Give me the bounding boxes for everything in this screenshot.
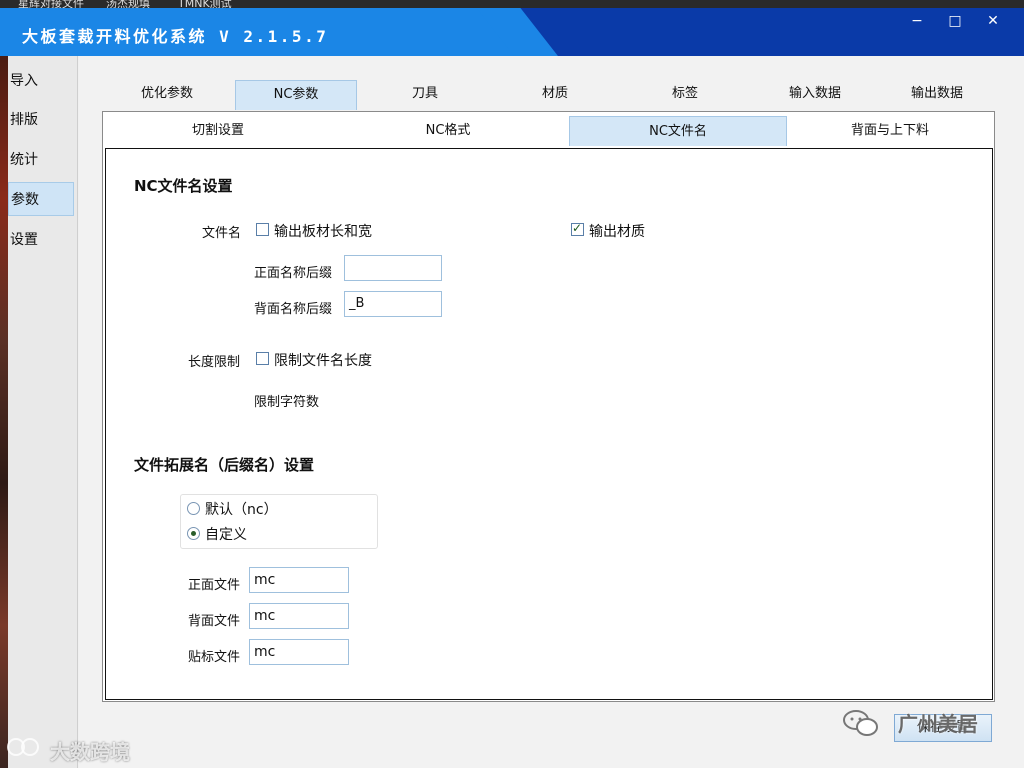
subtab-nc-filename[interactable]: NC文件名 xyxy=(569,116,787,146)
custom-radio[interactable] xyxy=(187,527,200,540)
tab-input-data[interactable]: 输入数据 xyxy=(755,80,875,110)
length-limit-label: 长度限制 xyxy=(188,355,241,370)
maximize-button[interactable]: □ xyxy=(936,8,974,34)
back-suffix-input[interactable]: _B xyxy=(344,291,442,317)
front-file-label: 正面文件 xyxy=(188,578,241,593)
sidebar-item-layout[interactable]: 排版 xyxy=(8,103,74,137)
tab-optimize-params[interactable]: 优化参数 xyxy=(107,80,227,110)
limit-length-checkbox[interactable] xyxy=(256,352,269,365)
section-title-extension: 文件拓展名（后缀名）设置 xyxy=(134,456,315,474)
custom-label: 自定义 xyxy=(205,527,247,543)
default-nc-radio[interactable] xyxy=(187,502,200,515)
default-nc-label: 默认（nc） xyxy=(205,502,278,518)
extension-radio-group: 默认（nc） 自定义 xyxy=(180,494,378,549)
main-content: 优化参数 NC参数 刀具 材质 标签 输入数据 输出数据 切割设置 NC格式 N… xyxy=(79,56,1024,768)
section-title-nc-filename: NC文件名设置 xyxy=(134,177,233,195)
nc-filename-settings: NC文件名设置 文件名 输出板材长和宽 输出材质 正面名称后缀 背面名称后缀 _… xyxy=(105,148,993,700)
taskbar-item: 汤杰规填 xyxy=(106,0,150,8)
sidebar-item-statistics[interactable]: 统计 xyxy=(8,143,74,177)
subtab-nc-format[interactable]: NC格式 xyxy=(333,116,563,146)
filename-label: 文件名 xyxy=(202,226,242,241)
front-file-input[interactable]: mc xyxy=(249,567,349,593)
sidebar-item-settings[interactable]: 设置 xyxy=(8,223,74,257)
tab-tools[interactable]: 刀具 xyxy=(365,80,485,110)
sidebar: 导入 排版 统计 参数 设置 xyxy=(8,56,78,768)
back-file-label: 背面文件 xyxy=(188,614,241,629)
app-title: 大板套裁开料优化系统 V 2.1.5.7 xyxy=(22,27,329,46)
tab-nc-params[interactable]: NC参数 xyxy=(235,80,357,110)
back-suffix-label: 背面名称后缀 xyxy=(254,302,333,317)
front-suffix-input[interactable] xyxy=(344,255,442,281)
minimize-button[interactable]: − xyxy=(898,8,936,34)
desktop-background xyxy=(0,56,8,768)
watermark-right: 广州美居 xyxy=(898,712,978,736)
watermark-logo-icon xyxy=(7,738,39,756)
back-file-input[interactable]: mc xyxy=(249,603,349,629)
sidebar-item-import[interactable]: 导入 xyxy=(8,64,74,98)
close-button[interactable]: ✕ xyxy=(974,8,1012,34)
taskbar-item: 星辉对接文件 xyxy=(18,0,84,8)
tab-output-data[interactable]: 输出数据 xyxy=(877,80,997,110)
subtab-cut-settings[interactable]: 切割设置 xyxy=(103,116,333,146)
output-size-checkbox[interactable] xyxy=(256,223,269,236)
limit-length-label: 限制文件名长度 xyxy=(274,353,372,369)
label-file-input[interactable]: mc xyxy=(249,639,349,665)
title-bar: 大板套裁开料优化系统 V 2.1.5.7 − □ ✕ xyxy=(0,8,1024,56)
output-size-label: 输出板材长和宽 xyxy=(274,224,372,240)
subtab-back-loading[interactable]: 背面与上下料 xyxy=(787,116,993,146)
tab-labels[interactable]: 标签 xyxy=(625,80,745,110)
label-file-label: 贴标文件 xyxy=(188,650,241,665)
taskbar-item: TMNK测试 xyxy=(178,0,232,8)
output-material-label: 输出材质 xyxy=(589,224,645,240)
limit-chars-label: 限制字符数 xyxy=(254,395,320,410)
sidebar-item-parameters[interactable]: 参数 xyxy=(8,182,74,216)
front-suffix-label: 正面名称后缀 xyxy=(254,266,333,281)
desktop-taskbar: 星辉对接文件 汤杰规填 TMNK测试 xyxy=(0,0,1024,8)
nc-params-panel: 切割设置 NC格式 NC文件名 背面与上下料 NC文件名设置 文件名 输出板材长… xyxy=(102,111,995,702)
tab-material[interactable]: 材质 xyxy=(495,80,615,110)
output-material-checkbox[interactable] xyxy=(571,221,584,236)
watermark-left: 大数跨境 xyxy=(50,740,130,764)
wechat-icon xyxy=(843,710,878,736)
